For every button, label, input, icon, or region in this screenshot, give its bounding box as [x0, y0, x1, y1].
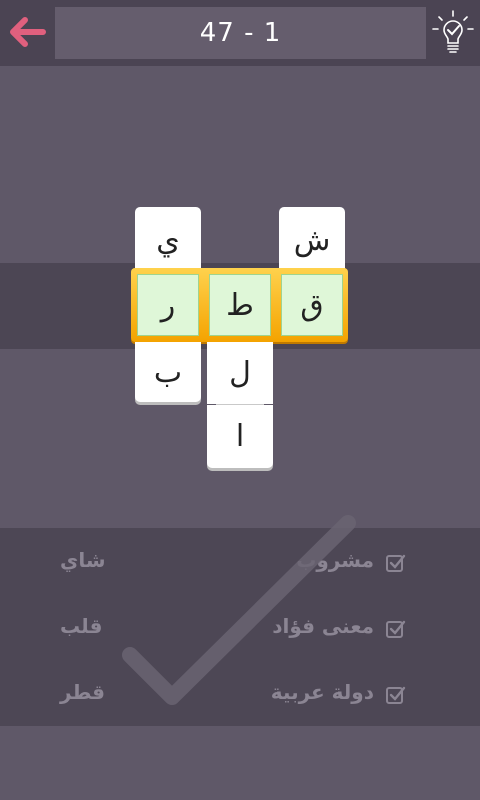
top-bar: 47 - 1 [0, 0, 480, 66]
letter-tile[interactable]: ا [207, 405, 273, 468]
hint-button[interactable] [430, 8, 476, 58]
letter-tile[interactable]: ب [135, 342, 201, 402]
clue-answer: قطر [60, 680, 106, 704]
clue-answer: قلب [60, 614, 103, 638]
lightbulb-check-icon [432, 10, 474, 53]
footer-area [0, 726, 480, 800]
clue-row[interactable]: قطر دولة عربية [0, 674, 480, 714]
board-area-top [0, 66, 480, 263]
clue-row[interactable]: شاي مشروب [0, 542, 480, 582]
letter-tile[interactable]: ل [207, 342, 273, 404]
clue-text: مشروب [296, 548, 374, 572]
clues-panel: شاي مشروب قلب معنى فؤاد قطر دولة عربية [0, 528, 480, 726]
letter-tile[interactable]: ي [135, 207, 201, 273]
arrow-left-icon [10, 17, 46, 47]
solved-letter-tile[interactable]: ط [209, 274, 271, 336]
checkbox-checked-icon [386, 686, 406, 704]
clue-text: معنى فؤاد [272, 614, 374, 638]
solved-letter-tile[interactable]: ر [137, 274, 199, 336]
clue-text: دولة عربية [270, 680, 374, 704]
clue-answer: شاي [60, 548, 106, 572]
solved-letter-tile[interactable]: ق [281, 274, 343, 336]
clue-row[interactable]: قلب معنى فؤاد [0, 608, 480, 648]
checkbox-checked-icon [386, 554, 406, 572]
level-title: 47 - 1 [199, 18, 282, 48]
letter-tile[interactable]: ش [279, 207, 345, 273]
back-button[interactable] [6, 10, 50, 54]
level-title-box: 47 - 1 [55, 7, 426, 59]
checkbox-checked-icon [386, 620, 406, 638]
